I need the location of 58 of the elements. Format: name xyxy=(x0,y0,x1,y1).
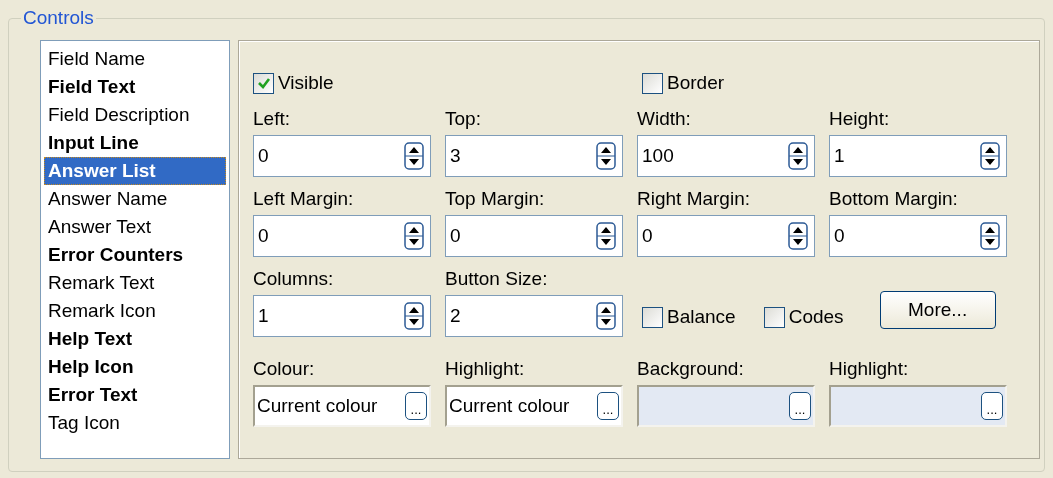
list-item[interactable]: Help Text xyxy=(44,325,226,353)
ellipsis-button[interactable]: ... xyxy=(597,392,619,420)
list-item[interactable]: Error Text xyxy=(44,381,226,409)
list-item[interactable]: Field Description xyxy=(44,101,226,129)
spin-arrows-icon[interactable] xyxy=(596,142,616,170)
field-label: Width: xyxy=(637,107,692,131)
list-item[interactable]: Answer Text xyxy=(44,213,226,241)
spin-field[interactable]: 0 xyxy=(253,135,431,177)
field-label: Right Margin: xyxy=(637,187,751,211)
spin-arrows-icon[interactable] xyxy=(404,302,424,330)
list-item[interactable]: Remark Icon xyxy=(44,297,226,325)
field-label: Top: xyxy=(445,107,482,131)
field-label: Background: xyxy=(637,357,745,381)
list-item[interactable]: Help Icon xyxy=(44,353,226,381)
spin-field[interactable]: 100 xyxy=(637,135,815,177)
colour-field[interactable]: Current colour ... xyxy=(253,385,431,427)
list-item[interactable]: Answer List xyxy=(44,157,226,185)
spin-field[interactable]: 1 xyxy=(829,135,1007,177)
border-checkbox[interactable]: Border xyxy=(642,69,815,97)
spin-arrows-icon[interactable] xyxy=(596,302,616,330)
spin-field[interactable]: 3 xyxy=(445,135,623,177)
field-label: Highlight: xyxy=(445,357,526,381)
spin-field[interactable]: 1 xyxy=(253,295,431,337)
list-item[interactable]: Tag Icon xyxy=(44,409,226,437)
spin-arrows-icon[interactable] xyxy=(596,222,616,250)
list-item[interactable]: Field Name xyxy=(44,45,226,73)
field-label: Colour: xyxy=(253,357,316,381)
spin-arrows-icon[interactable] xyxy=(788,142,808,170)
more-button[interactable]: More... xyxy=(879,291,996,329)
field-label: Highlight: xyxy=(829,357,910,381)
field-label: Top Margin: xyxy=(445,187,546,211)
spin-field[interactable]: 0 xyxy=(637,215,815,257)
spin-arrows-icon[interactable] xyxy=(404,222,424,250)
codes-checkbox[interactable]: Codes xyxy=(763,303,844,331)
balance-checkbox[interactable]: Balance xyxy=(642,303,736,331)
field-label: Bottom Margin: xyxy=(829,187,959,211)
field-label: Button Size: xyxy=(445,267,549,291)
spin-field[interactable]: 2 xyxy=(445,295,623,337)
visible-checkbox[interactable]: Visible xyxy=(253,69,431,97)
list-item[interactable]: Remark Text xyxy=(44,269,226,297)
colour-field[interactable]: Current colour ... xyxy=(445,385,623,427)
list-box[interactable]: Field Name Field Text Field Description Input Line Answer List Answer Name Answer Text Error Counters Remark Text Remark Icon Help Text Help Icon Error Text Tag Icon xyxy=(40,40,230,459)
spin-arrows-icon[interactable] xyxy=(980,142,1000,170)
field-label: Left Margin: xyxy=(253,187,355,211)
spin-arrows-icon[interactable] xyxy=(788,222,808,250)
list-item[interactable]: Answer Name xyxy=(44,185,226,213)
field-label: Left: xyxy=(253,107,291,131)
spin-arrows-icon[interactable] xyxy=(404,142,424,170)
field-label: Height: xyxy=(829,107,891,131)
ellipsis-button[interactable]: ... xyxy=(405,392,427,420)
field-label: Columns: xyxy=(253,267,335,291)
list-item[interactable]: Error Counters xyxy=(44,241,226,269)
spin-field[interactable]: 0 xyxy=(445,215,623,257)
spin-field[interactable]: 0 xyxy=(253,215,431,257)
spin-field[interactable]: 0 xyxy=(829,215,1007,257)
list-item[interactable]: Field Text xyxy=(44,73,226,101)
spin-arrows-icon[interactable] xyxy=(980,222,1000,250)
list-item[interactable]: Input Line xyxy=(44,129,226,157)
